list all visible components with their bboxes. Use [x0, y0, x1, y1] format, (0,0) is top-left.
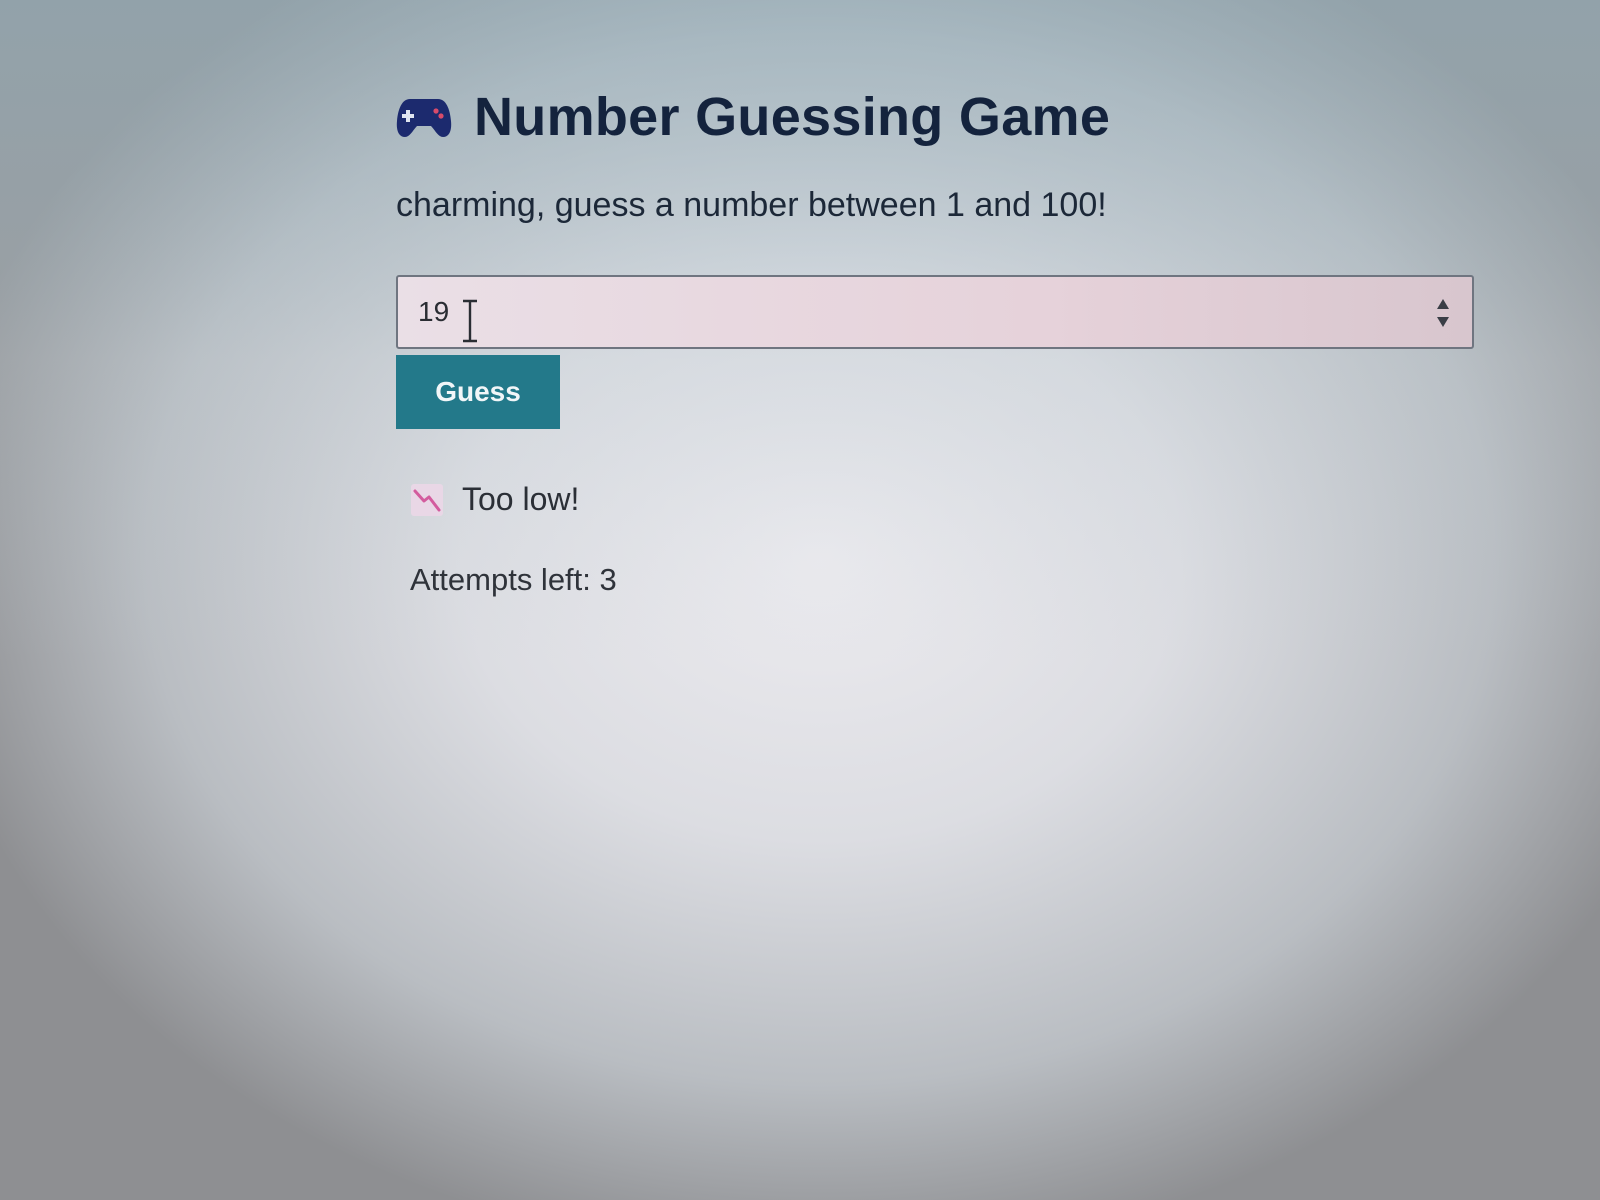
- header: Number Guessing Game: [396, 72, 1486, 162]
- guess-button[interactable]: Guess: [396, 355, 560, 429]
- guess-input[interactable]: [398, 277, 1378, 347]
- spinner-down-icon[interactable]: [1437, 317, 1449, 327]
- page-title: Number Guessing Game: [474, 87, 1111, 147]
- number-spinner[interactable]: [1436, 297, 1450, 329]
- feedback-message: Too low!: [410, 481, 1486, 518]
- gamepad-icon: [396, 99, 452, 137]
- spinner-up-icon[interactable]: [1437, 299, 1449, 309]
- text-cursor-icon: [463, 299, 477, 343]
- game-prompt: charming, guess a number between 1 and 1…: [396, 186, 1107, 224]
- game-container: Number Guessing Game charming, guess a n…: [396, 72, 1486, 598]
- feedback-text: Too low!: [462, 481, 580, 517]
- chart-decreasing-icon: [411, 483, 443, 516]
- guess-input-field: [396, 275, 1474, 349]
- attempts-left: Attempts left: 3: [410, 562, 617, 597]
